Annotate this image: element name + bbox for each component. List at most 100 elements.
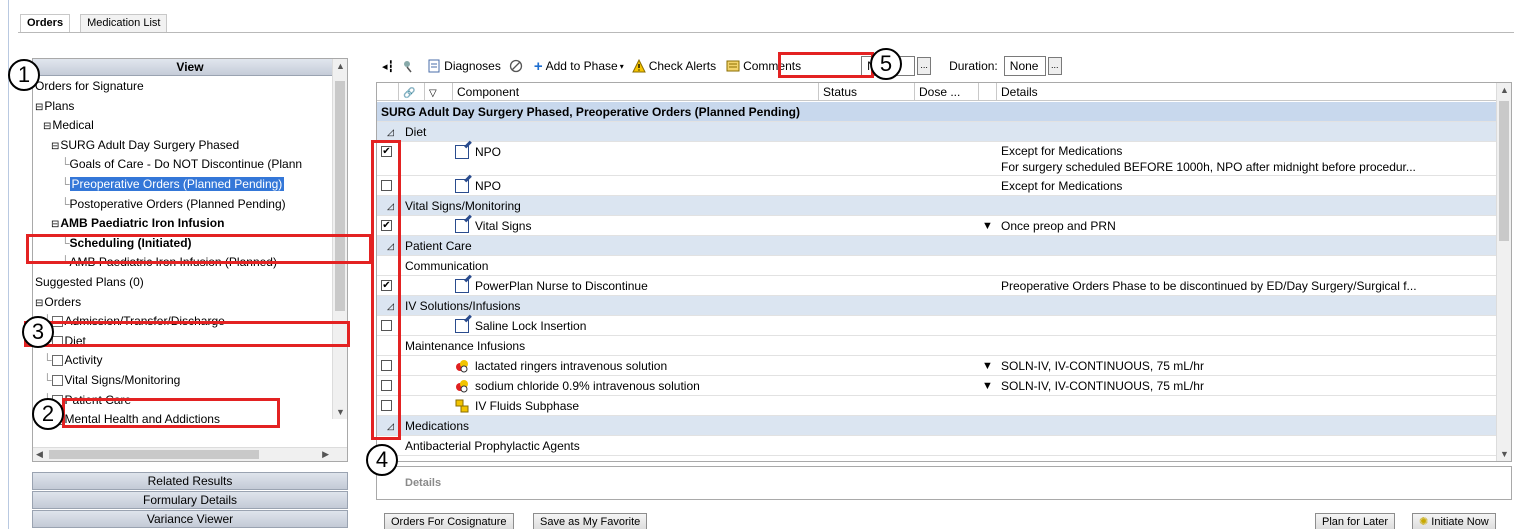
category-row[interactable]: ◿ IV Solutions/Infusions: [377, 296, 1497, 316]
grid-vertical-scrollbar[interactable]: ▲ ▼: [1496, 83, 1511, 461]
grid-header-filter[interactable]: ▽: [425, 83, 453, 101]
view-tree-item-label: Orders: [44, 294, 82, 309]
order-row[interactable]: NPO Except for Medications: [377, 176, 1497, 196]
scroll-down-icon[interactable]: ▼: [1500, 449, 1509, 459]
save-as-favorite-button[interactable]: Save as My Favorite: [533, 513, 648, 529]
tree-expander-icon[interactable]: ⊟: [43, 121, 51, 132]
scroll-thumb[interactable]: [1499, 101, 1509, 241]
scroll-up-icon[interactable]: ▲: [336, 61, 345, 71]
grid-header-check: [377, 83, 399, 101]
diagnoses-label: Diagnoses: [444, 59, 501, 73]
view-tree-item[interactable]: Suggested Plans (0): [35, 274, 144, 290]
tree-expander-icon[interactable]: ⊟: [51, 219, 59, 230]
row-label: Maintenance Infusions: [405, 339, 526, 353]
order-row[interactable]: lactated ringers intravenous solution ▼ SO…: [377, 356, 1497, 376]
callout-number-5: 5: [870, 48, 902, 80]
category-row[interactable]: ◿ Patient Care: [377, 236, 1497, 256]
plus-icon: +: [533, 57, 543, 75]
grid-header-component[interactable]: Component: [453, 83, 819, 101]
initiate-now-button[interactable]: ✺ Initiate Now: [1412, 513, 1496, 529]
tab-medication-list[interactable]: Medication List: [80, 14, 168, 32]
grid-header-dose[interactable]: Dose ...: [915, 83, 979, 101]
view-tree-item[interactable]: └Goals of Care - Do NOT Discontinue (Pla…: [61, 156, 302, 172]
chevron-down-icon: ▾: [619, 61, 624, 71]
tree-connector-icon: └: [61, 157, 70, 172]
collapse-triangle-icon[interactable]: ◿: [387, 122, 394, 142]
view-tree-item-label: Activity: [64, 353, 103, 368]
duration-picker-button[interactable]: ...: [1047, 57, 1062, 75]
related-results-button[interactable]: Related Results: [32, 472, 348, 490]
subcategory-row[interactable]: Communication: [377, 256, 1497, 276]
phase-header-row[interactable]: SURG Adult Day Surgery Phased, Preoperat…: [377, 102, 1497, 122]
subphase-icon: [455, 399, 469, 413]
tree-expander-icon[interactable]: ⊟: [35, 102, 43, 113]
scroll-down-icon[interactable]: ▼: [336, 407, 345, 417]
start-time-picker-button[interactable]: ...: [917, 57, 932, 75]
check-alerts-label: Check Alerts: [648, 59, 717, 73]
grid-header-spacer: [979, 83, 997, 101]
order-row[interactable]: ✔ Vital Signs ▼ Once preop and PRN: [377, 216, 1497, 236]
tab-orders[interactable]: Orders: [20, 14, 71, 32]
duration-label: Duration:: [949, 59, 998, 73]
details-dropdown-icon[interactable]: ▼: [982, 356, 993, 376]
left-pane-buttons: Related Results Formulary Details Varian…: [32, 472, 348, 529]
duration-field[interactable]: None: [1003, 56, 1046, 76]
tree-connector-icon: └: [61, 177, 70, 191]
order-component: Vital Signs: [475, 219, 532, 233]
details-panel-label: Details: [405, 477, 442, 489]
order-details-extra: For surgery scheduled BEFORE 1000h, NPO …: [1001, 160, 1416, 174]
view-tree-item[interactable]: └ Preoperative Orders (Planned Pending): [61, 176, 286, 192]
category-row[interactable]: ◿ Diet: [377, 122, 1497, 142]
order-sheet-icon: [455, 279, 469, 293]
view-horizontal-scrollbar[interactable]: ◀ ▶: [33, 447, 347, 461]
view-tree-item[interactable]: └Postoperative Orders (Planned Pending): [61, 196, 286, 212]
scroll-thumb[interactable]: [335, 81, 345, 311]
cancel-icon[interactable]: [509, 59, 526, 73]
navigate-icon[interactable]: ◂┇: [382, 60, 394, 73]
tree-connector-icon: └: [43, 353, 52, 368]
view-tree-item[interactable]: ⊟Orders: [35, 294, 81, 310]
details-dropdown-icon[interactable]: ▼: [982, 376, 993, 396]
category-row[interactable]: ◿ Vital Signs/Monitoring: [377, 196, 1497, 216]
scroll-thumb[interactable]: [49, 450, 259, 459]
scroll-left-icon[interactable]: ◀: [36, 449, 43, 460]
pin-icon[interactable]: [402, 59, 419, 73]
scroll-up-icon[interactable]: ▲: [1500, 85, 1509, 95]
plan-for-later-button[interactable]: Plan for Later: [1315, 513, 1396, 529]
subcategory-row[interactable]: Antibacterial Prophylactic Agents: [377, 436, 1497, 456]
orders-for-cosignature-button[interactable]: Orders For Cosignature: [384, 513, 514, 529]
grid-header-details[interactable]: Details: [997, 83, 1497, 101]
order-row[interactable]: IV Fluids Subphase: [377, 396, 1497, 416]
category-row[interactable]: ◿ Medications: [377, 416, 1497, 436]
order-row[interactable]: sodium chloride 0.9% intravenous solutio…: [377, 376, 1497, 396]
orders-toolbar: ◂┇ Diagnoses + Add to Phase ▾ Check Aler…: [382, 56, 1062, 76]
order-row[interactable]: ✔ PowerPlan Nurse to Discontinue Preoperat…: [377, 276, 1497, 296]
add-to-phase-button[interactable]: + Add to Phase ▾: [534, 58, 624, 75]
view-tree-item[interactable]: └ Vital Signs/Monitoring: [43, 372, 180, 388]
view-tree-item[interactable]: ⊟Plans: [35, 98, 74, 114]
view-tree-item[interactable]: ⊟AMB Paediatric Iron Infusion: [51, 215, 224, 231]
view-tree-item[interactable]: Orders for Signature: [35, 78, 144, 94]
details-panel[interactable]: Details: [376, 466, 1512, 500]
variance-viewer-button[interactable]: Variance Viewer: [32, 510, 348, 528]
view-tree-item-label: Postoperative Orders (Planned Pending): [69, 196, 286, 211]
view-header: View: [33, 59, 347, 76]
scroll-right-icon[interactable]: ▶: [322, 449, 329, 460]
category-checkbox[interactable]: [51, 375, 63, 386]
diagnoses-button[interactable]: Diagnoses: [427, 59, 501, 73]
medication-icon: [455, 359, 469, 373]
category-checkbox[interactable]: [51, 355, 63, 367]
details-dropdown-icon[interactable]: ▼: [982, 216, 993, 236]
grid-header-status[interactable]: Status: [819, 83, 915, 101]
row-label: Communication: [405, 259, 489, 273]
subcategory-row[interactable]: Maintenance Infusions: [377, 336, 1497, 356]
view-tree-item[interactable]: └ Activity: [43, 352, 103, 368]
view-tree-item[interactable]: ⊟SURG Adult Day Surgery Phased: [51, 137, 239, 153]
check-alerts-button[interactable]: Check Alerts: [631, 59, 717, 73]
order-row[interactable]: ✔ NPO Except for Medications For surgery sc…: [377, 142, 1497, 176]
formulary-details-button[interactable]: Formulary Details: [32, 491, 348, 509]
view-tree-item[interactable]: ⊟Medical: [43, 117, 94, 133]
tree-expander-icon[interactable]: ⊟: [35, 298, 43, 309]
order-row[interactable]: Saline Lock Insertion: [377, 316, 1497, 336]
tree-expander-icon[interactable]: ⊟: [51, 141, 59, 152]
